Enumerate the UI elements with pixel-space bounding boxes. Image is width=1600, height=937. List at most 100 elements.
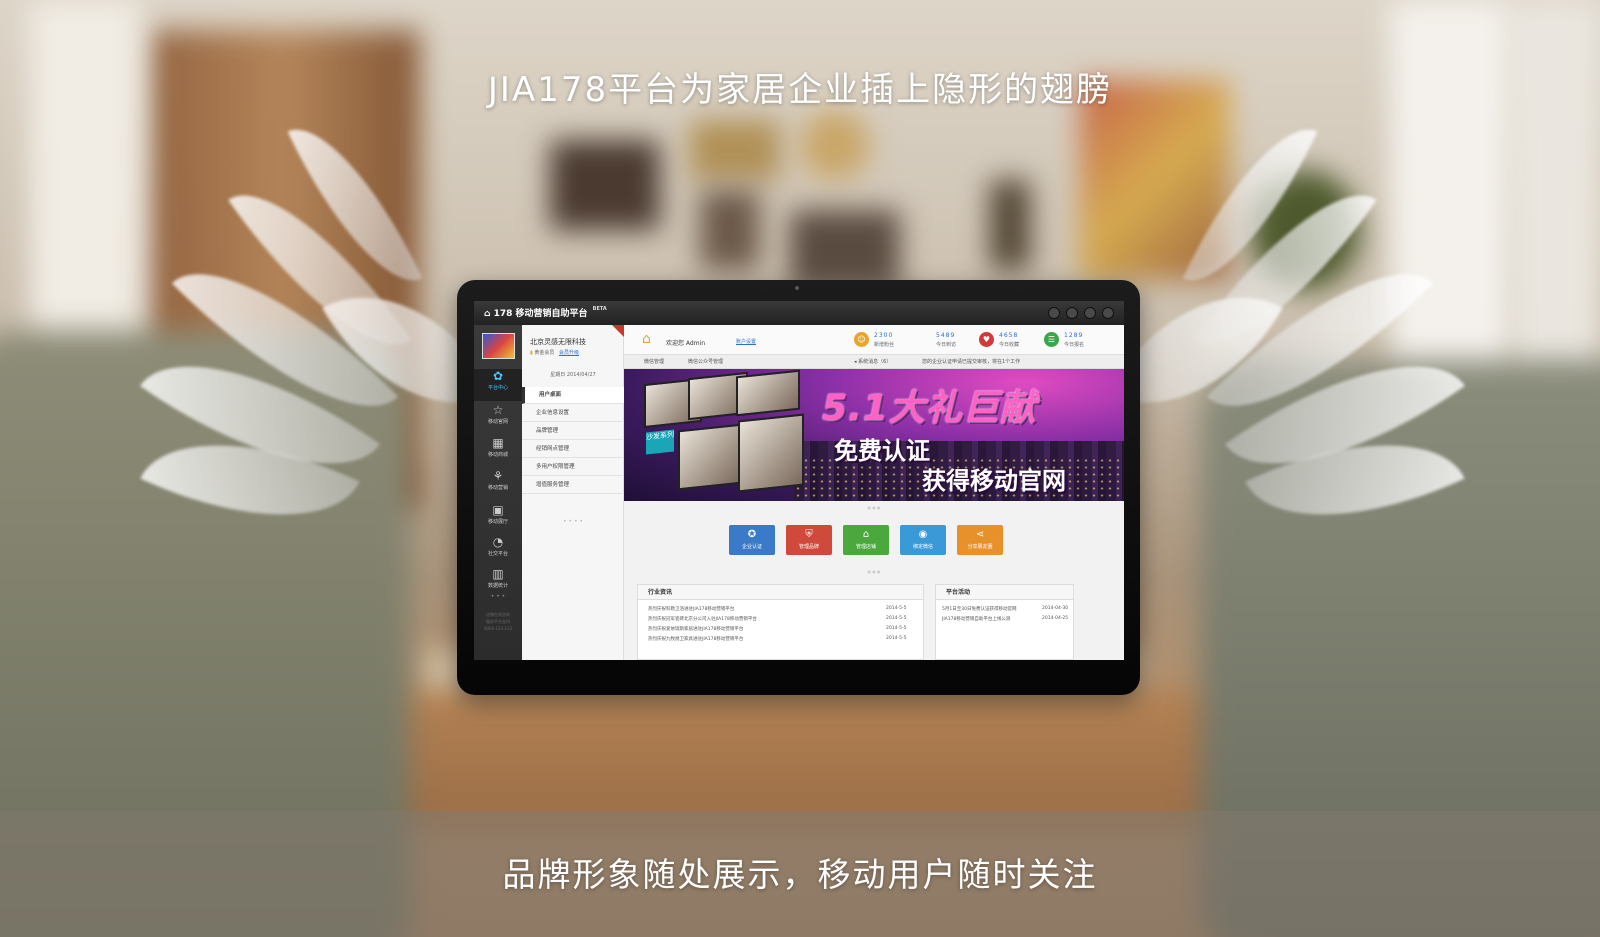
platform-events-title: 平台活动 — [936, 585, 1073, 600]
platform-events-panel: 平台活动 5月1日至30日免费认证获得移动官网 2014-04-30 JIA17… — [935, 584, 1074, 660]
news-item[interactable]: 热烈庆祝科勒卫浴进驻JIA178移动营销平台 — [648, 606, 734, 612]
window-button[interactable] — [1048, 307, 1060, 319]
star-icon: ☆ — [492, 403, 504, 417]
news-date: 2014-5-5 — [886, 636, 907, 641]
bg-frame — [790, 210, 900, 290]
bind-wechat-button[interactable]: ◉ 绑定微信 — [900, 525, 946, 555]
store-icon: ▦ — [492, 436, 504, 450]
app-logo[interactable]: ⌂ 178 移动营销自助平台 BETA — [484, 306, 607, 319]
nav-item-mobile-store[interactable]: ▦ 移动商城 — [474, 436, 522, 468]
submenu: 北京灵感无限科技 ▮ 黄金会员 会员升级 星期日 2014/04/27 用户桌面… — [522, 325, 624, 660]
menu-item-value-added[interactable]: 增值服务管理 — [522, 477, 624, 494]
banner-subtitle-2: 获得移动官网 — [922, 467, 1066, 495]
content-header: ⌂ 欢迎您 Admin 账户设置 ☺ 2300 新增粉丝 5489 今日到访 ♥… — [624, 325, 1124, 355]
headline-top: JIA178平台为家居企业插上隐形的翅膀 — [487, 70, 1113, 110]
share-icon: ⋖ — [975, 529, 985, 540]
fans-icon: ☺ — [854, 332, 869, 347]
event-date: 2014-04-25 — [1042, 616, 1069, 621]
wing-right-icon — [1100, 90, 1466, 610]
news-date: 2014-5-5 — [886, 616, 907, 621]
shield-icon: ⛨ — [805, 529, 813, 540]
home-icon[interactable]: ⌂ — [642, 331, 651, 347]
account-settings-link[interactable]: 账户设置 — [736, 338, 756, 345]
headline-bottom: 品牌形象随处展示，移动用户随时关注 — [502, 855, 1098, 894]
corner-ribbon-icon — [612, 325, 624, 337]
news-item[interactable]: 热烈庆祝爱依瑞斯家居进驻JIA178移动营销平台 — [648, 626, 743, 632]
chat-icon: ◔ — [492, 535, 504, 549]
news-item[interactable]: 热烈庆祝九牧厨卫家具进驻JIA178移动营销平台 — [648, 636, 743, 642]
menu-item-company-info[interactable]: 企业信息设置 — [522, 405, 624, 422]
nav-item-platform-center[interactable]: ✿ 平台中心 — [474, 369, 522, 401]
app-titlebar: ⌂ 178 移动营销自助平台 BETA — [474, 301, 1124, 325]
network-icon: ⚘ — [492, 469, 504, 483]
stat-today-signups[interactable]: ☰ 1289 今日报名 — [1044, 329, 1106, 351]
news-date: 2014-5-5 — [886, 606, 907, 611]
industry-news-title: 行业资讯 — [638, 585, 923, 600]
menu-item-permissions[interactable]: 多用户权限管理 — [522, 459, 624, 476]
speaker-icon: ◂ — [854, 359, 857, 365]
event-date: 2014-04-30 — [1042, 606, 1069, 611]
bank-icon: ⌂ — [862, 529, 870, 540]
picture-icon: ▣ — [492, 503, 504, 517]
divider-dots-icon: ● ● ● — [867, 569, 881, 574]
bg-mirror — [800, 110, 870, 180]
app-logo-text: 178 移动营销自助平台 — [493, 309, 588, 319]
nav-item-mobile-showroom[interactable]: ▣ 移动展厅 — [474, 503, 522, 535]
bg-lamp — [990, 180, 1030, 270]
nav-item-social[interactable]: ◔ 社交平台 — [474, 535, 522, 567]
news-item[interactable]: 热烈庆祝冠军瓷砖北京分公司入驻JIA178移动营销平台 — [648, 616, 757, 622]
notice-text: 您的企业认证申请已提交审核，将在1个工作 — [922, 359, 1021, 365]
breadcrumb-root[interactable]: 微信管理 — [644, 355, 664, 369]
bg-frame — [550, 140, 660, 230]
camera-icon — [795, 286, 799, 290]
menu-item-desktop[interactable]: 用户桌面 — [522, 387, 624, 404]
share-moments-button[interactable]: ⋖ 分享朋友圈 — [957, 525, 1003, 555]
banner-title: 5.1大礼巨献 — [822, 388, 1037, 429]
window-button[interactable] — [1066, 307, 1078, 319]
heart-icon: ♥ — [979, 332, 994, 347]
member-level: ▮ 黄金会员 会员升级 — [530, 350, 579, 356]
nav-footer: 店铺在线咨询 服务平台支持 4006-123-123 — [483, 612, 513, 631]
breadcrumb-current: 微信公众号管理 — [688, 359, 724, 365]
signup-icon: ☰ — [1044, 332, 1059, 347]
stat-today-favorites[interactable]: ♥ 4658 今日收藏 — [979, 329, 1041, 351]
event-item[interactable]: 5月1日至30日免费认证获得移动官网 — [942, 606, 1016, 612]
promo-banner[interactable]: 沙发系列 5.1大礼巨献 免费认证 获得移动官网 — [624, 369, 1124, 501]
welcome-text: 欢迎您 Admin — [666, 340, 706, 347]
monitor: ⌂ 178 移动营销自助平台 BETA ✿ 平台中心 ☆ 移动官网 ▦ 移动商城 — [457, 280, 1140, 695]
banner-pager-icon[interactable]: ● ● ● — [849, 505, 899, 510]
manage-store-button[interactable]: ⌂ 管理店铺 — [843, 525, 889, 555]
manage-brand-button[interactable]: ⛨ 管理品牌 — [786, 525, 832, 555]
nav-item-mobile-marketing[interactable]: ⚘ 移动营销 — [474, 469, 522, 501]
house-icon: ⌂ — [484, 309, 491, 319]
stat-today-visits[interactable]: 5489 今日到访 — [922, 329, 984, 351]
nav-item-mobile-site[interactable]: ☆ 移动官网 — [474, 403, 522, 435]
window-button[interactable] — [1102, 307, 1114, 319]
industry-news-panel: 行业资讯 热烈庆祝科勒卫浴进驻JIA178移动营销平台 2014-5-5 热烈庆… — [637, 584, 924, 660]
bg-floor — [380, 690, 1240, 830]
wing-left-icon — [139, 90, 505, 610]
menu-item-brand[interactable]: 品牌管理 — [522, 423, 624, 440]
breadcrumb: 微信管理 微信公众号管理 ◂ 系统消息（6） 您的企业认证申请已提交审核，将在1… — [624, 355, 1124, 369]
banner-tag: 沙发系列 — [646, 429, 674, 455]
avatar[interactable] — [482, 333, 515, 359]
wechat-icon: ◉ — [918, 529, 928, 540]
medal-icon: ▮ — [530, 350, 533, 356]
flower-icon: ✿ — [492, 369, 504, 383]
bg-frame — [690, 120, 780, 180]
icon-sidebar: ✿ 平台中心 ☆ 移动官网 ▦ 移动商城 ⚘ 移动营销 ▣ 移动展厅 ◔ 社交平… — [474, 325, 522, 660]
stat-new-fans[interactable]: ☺ 2300 新增粉丝 — [854, 329, 916, 351]
current-date: 星期日 2014/04/27 — [550, 372, 596, 378]
bg-frame — [700, 190, 760, 270]
menu-item-dealers[interactable]: 经销网点管理 — [522, 441, 624, 458]
window-button[interactable] — [1084, 307, 1096, 319]
system-messages[interactable]: ◂ 系统消息（6） — [854, 355, 891, 369]
banner-subtitle-1: 免费认证 — [834, 437, 930, 465]
news-date: 2014-5-5 — [886, 626, 907, 631]
upgrade-link[interactable]: 会员升级 — [559, 350, 579, 356]
menu-more-icon[interactable]: • • • • — [522, 518, 624, 525]
nav-more-icon[interactable]: • • • — [474, 593, 522, 600]
event-item[interactable]: JIA178移动营销自助平台上线公测 — [942, 616, 1010, 622]
certify-button[interactable]: ✪ 企业认证 — [729, 525, 775, 555]
certify-icon: ✪ — [747, 529, 757, 540]
